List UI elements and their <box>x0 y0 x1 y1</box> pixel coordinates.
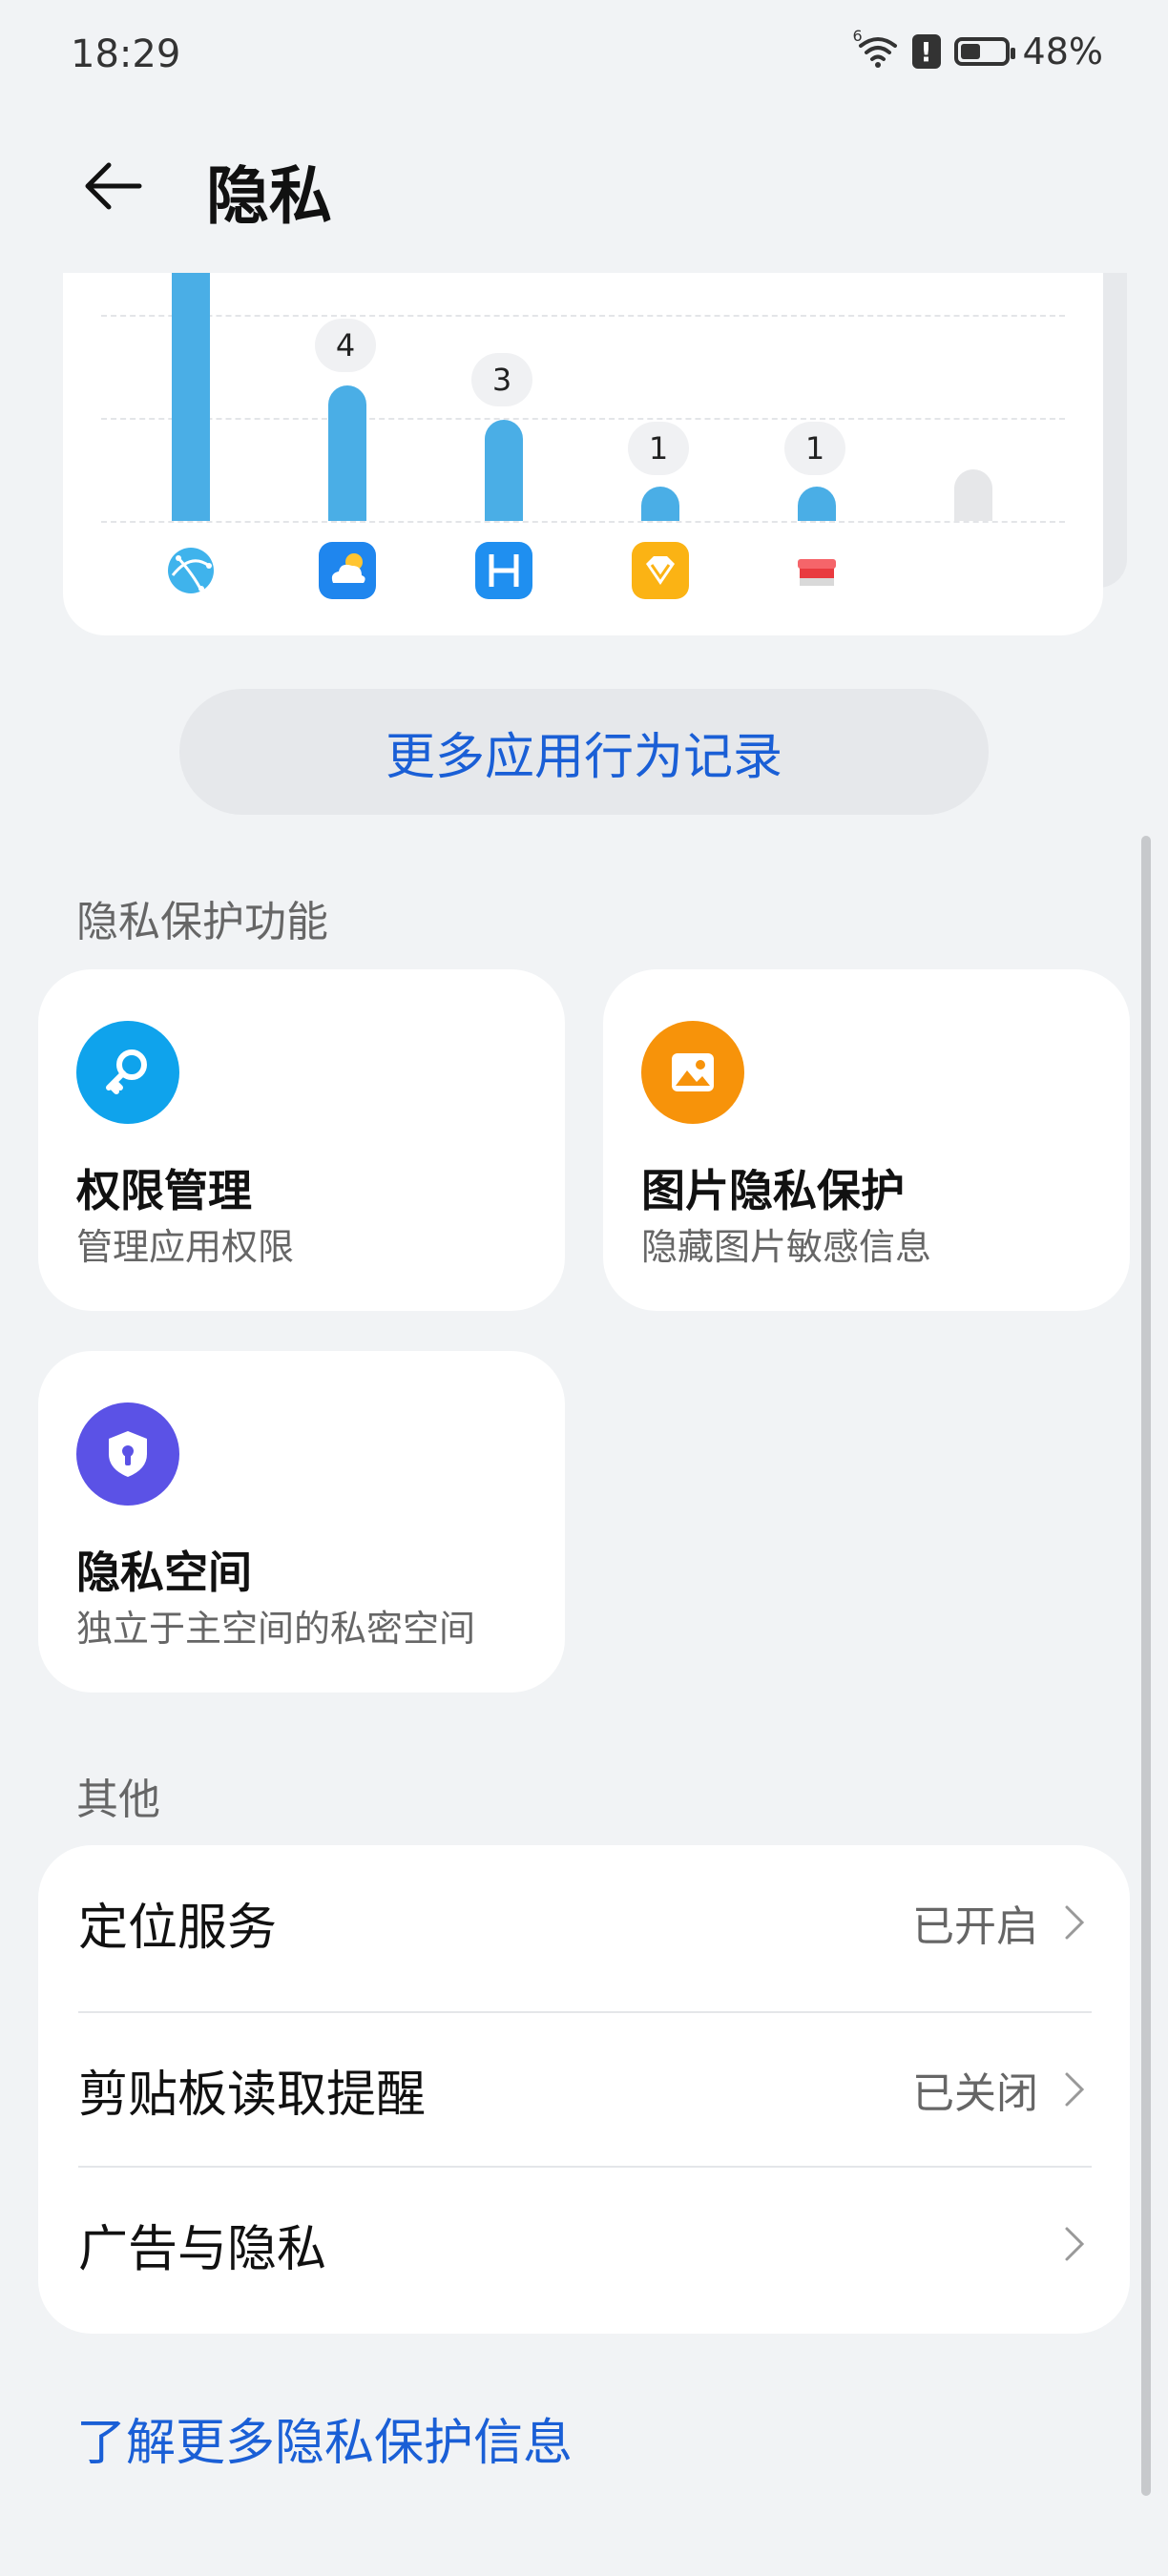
chart-data-label: 1 <box>628 422 689 475</box>
list-item-value: 已开启 <box>912 1902 1038 1951</box>
card-title: 隐私空间 <box>76 1547 252 1598</box>
section-label-privacy: 隐私保护功能 <box>76 898 328 946</box>
weather-icon[interactable] <box>319 542 376 599</box>
image-icon <box>641 1021 744 1124</box>
learn-more-link[interactable]: 了解更多隐私保护信息 <box>76 2402 573 2474</box>
wifi-icon: 6 <box>853 27 899 69</box>
chevron-right-icon <box>1057 2227 1092 2261</box>
other-settings-list: 定位服务 已开启 剪贴板读取提醒 已关闭 广告与隐私 <box>38 1845 1130 2334</box>
chart-data-label: 3 <box>471 353 532 406</box>
chart-data-label: 4 <box>315 319 376 372</box>
status-icons: 6 ! 48% <box>853 27 1103 73</box>
chart-bar-diamond-app[interactable] <box>641 487 679 521</box>
arrow-left-icon <box>85 162 142 210</box>
card-subtitle: 独立于主空间的私密空间 <box>76 1608 476 1650</box>
image-privacy-card[interactable]: 图片隐私保护 隐藏图片敏感信息 <box>603 969 1130 1311</box>
scrollbar[interactable] <box>1141 836 1151 2496</box>
back-button[interactable] <box>71 143 156 229</box>
list-item-label: 定位服务 <box>78 1899 278 1957</box>
alert-icon: ! <box>911 34 941 69</box>
globe-icon[interactable] <box>162 542 219 599</box>
page-title: 隐私 <box>206 159 332 233</box>
battery-percent: 48% <box>1022 31 1103 73</box>
more-app-records-button[interactable]: 更多应用行为记录 <box>179 689 989 815</box>
chart-bar-empty <box>954 469 992 521</box>
card-subtitle: 管理应用权限 <box>76 1226 295 1268</box>
gift-box-icon[interactable] <box>788 542 845 599</box>
chevron-right-icon <box>1057 1905 1092 1940</box>
list-item-label: 广告与隐私 <box>78 2220 327 2278</box>
battery-icon <box>953 37 1015 66</box>
card-title: 权限管理 <box>76 1165 252 1216</box>
shield-lock-icon <box>76 1402 179 1506</box>
list-item-label: 剪贴板读取提醒 <box>78 2066 427 2124</box>
h-app-icon[interactable] <box>475 542 532 599</box>
chart-bar-gift-app[interactable] <box>798 487 836 521</box>
private-space-card[interactable]: 隐私空间 独立于主空间的私密空间 <box>38 1351 565 1693</box>
diamond-icon[interactable] <box>632 542 689 599</box>
permission-management-card[interactable]: 权限管理 管理应用权限 <box>38 969 565 1311</box>
key-icon <box>76 1021 179 1124</box>
chart-data-label: 1 <box>784 422 845 475</box>
section-label-other: 其他 <box>76 1776 160 1824</box>
list-item-value: 已关闭 <box>912 2069 1038 2118</box>
status-time: 18:29 <box>71 32 181 76</box>
list-item-clipboard[interactable]: 剪贴板读取提醒 已关闭 <box>38 2012 1130 2167</box>
list-item-location[interactable]: 定位服务 已开启 <box>38 1845 1130 2000</box>
gridline <box>101 418 1065 420</box>
chart-bar-weather[interactable] <box>328 385 366 521</box>
card-subtitle: 隐藏图片敏感信息 <box>641 1226 932 1268</box>
card-title: 图片隐私保护 <box>641 1165 905 1216</box>
chevron-right-icon <box>1057 2072 1092 2107</box>
app-behavior-chart[interactable]: 4 3 1 1 <box>63 273 1103 635</box>
chart-bar-browser[interactable] <box>172 273 210 521</box>
chart-bar-h-app[interactable] <box>485 420 523 521</box>
gridline <box>101 521 1065 523</box>
gridline <box>101 315 1065 317</box>
wifi-6-tag: 6 <box>852 27 863 45</box>
list-item-ads-privacy[interactable]: 广告与隐私 <box>38 2167 1130 2321</box>
